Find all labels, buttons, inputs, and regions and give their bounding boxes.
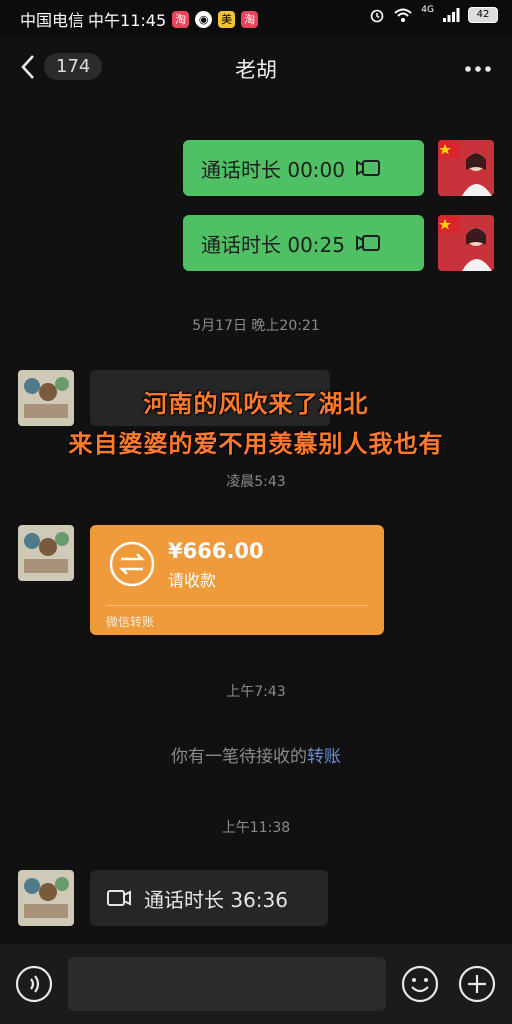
avatar-image bbox=[18, 870, 74, 926]
transfer-card[interactable]: ¥666.00 请收款 微信转账 bbox=[90, 525, 384, 635]
taobao-app-icon-2: 淘 bbox=[241, 10, 259, 28]
taobao-app-icon: 淘 bbox=[172, 10, 190, 28]
timestamp: 5月17日 晚上20:21 bbox=[192, 318, 320, 334]
input-bar bbox=[0, 944, 512, 1024]
video-call-icon bbox=[107, 890, 131, 906]
wifi-icon bbox=[394, 8, 412, 22]
plus-icon bbox=[458, 965, 496, 1003]
status-bar: 中国电信 中午11:45 淘 ◉ 美 淘 4G 42 bbox=[0, 0, 512, 36]
overlay-caption-line-1: 河南的风吹来了湖北 bbox=[143, 390, 369, 418]
message-input[interactable] bbox=[68, 957, 386, 1011]
system-notice-text: 你有一笔待接收的 bbox=[171, 747, 307, 767]
battery-indicator: 42 bbox=[468, 7, 498, 23]
video-call-icon bbox=[356, 235, 380, 251]
avatar-image bbox=[438, 215, 494, 271]
avatar-image bbox=[18, 525, 74, 581]
sent-call-record-bubble[interactable]: 通话时长 00:00 bbox=[183, 140, 424, 196]
call-duration-text: 通话时长 00:00 bbox=[201, 157, 345, 182]
my-avatar[interactable] bbox=[438, 215, 494, 271]
emoji-button[interactable] bbox=[400, 964, 440, 1008]
call-duration-text: 通话时长 36:36 bbox=[144, 887, 288, 912]
overlay-caption-line-2: 来自婆婆的爱不用羡慕别人我也有 bbox=[68, 430, 444, 458]
transfer-amount: ¥666.00 bbox=[168, 539, 264, 563]
emoji-icon bbox=[401, 965, 439, 1003]
status-time: 中午11:45 bbox=[88, 11, 167, 30]
system-notice: 你有一笔待接收的转账 bbox=[0, 742, 512, 767]
more-options-button[interactable] bbox=[464, 58, 492, 77]
network-type: 4G bbox=[421, 5, 434, 15]
call-duration-text: 通话时长 00:25 bbox=[201, 232, 345, 257]
transfer-link[interactable]: 转账 bbox=[307, 747, 341, 767]
video-call-icon bbox=[356, 160, 380, 176]
meituan-app-icon: 美 bbox=[218, 10, 236, 28]
timestamp: 上午7:43 bbox=[226, 684, 286, 700]
received-call-record-bubble[interactable]: 通话时长 36:36 bbox=[90, 870, 328, 926]
signal-icon bbox=[443, 8, 460, 22]
transfer-status: 请收款 bbox=[168, 571, 217, 590]
chat-title: 老胡 bbox=[235, 58, 277, 82]
timestamp: 凌晨5:43 bbox=[226, 474, 286, 490]
more-dots-icon bbox=[465, 66, 491, 72]
transfer-exchange-icon bbox=[109, 541, 155, 587]
alarm-icon bbox=[370, 9, 384, 23]
chat-messages-area[interactable]: 通话时长 00:00 通话时长 00:25 5月17日 晚上20:21 河南的风… bbox=[0, 102, 512, 944]
transfer-source-label: 微信转账 bbox=[106, 615, 155, 629]
transfer-divider bbox=[106, 605, 368, 606]
notification-app-icon: ◉ bbox=[195, 10, 213, 28]
voice-icon bbox=[15, 965, 53, 1003]
my-avatar[interactable] bbox=[438, 140, 494, 196]
contact-avatar[interactable] bbox=[18, 525, 74, 581]
carrier-label: 中国电信 bbox=[20, 11, 85, 30]
avatar-image bbox=[438, 140, 494, 196]
timestamp: 上午11:38 bbox=[221, 820, 291, 836]
chat-header: 174 老胡 bbox=[0, 36, 512, 102]
voice-input-button[interactable] bbox=[14, 964, 54, 1008]
sent-call-record-bubble[interactable]: 通话时长 00:25 bbox=[183, 215, 424, 271]
more-functions-button[interactable] bbox=[457, 964, 497, 1008]
contact-avatar[interactable] bbox=[18, 870, 74, 926]
